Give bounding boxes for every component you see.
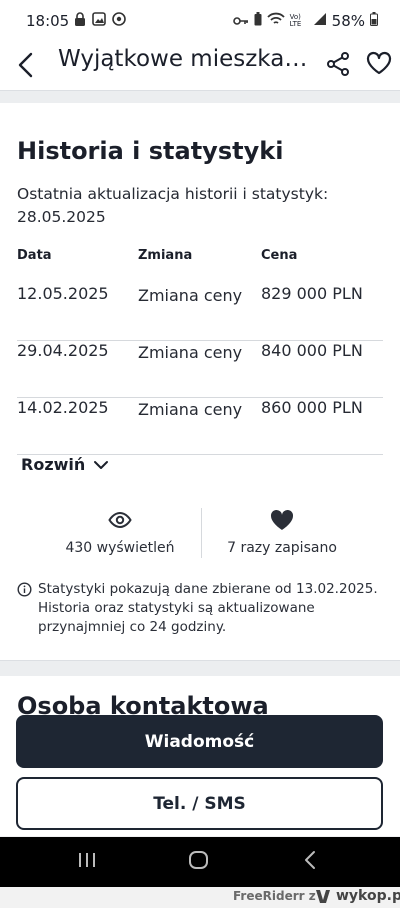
favorite-heart-icon[interactable] xyxy=(366,51,392,79)
last-update-text: Ostatnia aktualizacja historii i statyst… xyxy=(17,185,329,226)
status-bar: 18:05 Vo) LTE 58% xyxy=(0,0,400,42)
table-row: 12.05.2025 Zmiana ceny 829 000 PLN xyxy=(17,284,383,341)
section-separator xyxy=(0,660,400,677)
footer-text: FreeRiderr z xyxy=(233,889,316,903)
lock-icon xyxy=(74,12,86,30)
row-date: 12.05.2025 xyxy=(17,284,109,303)
app-icon xyxy=(112,12,126,30)
key-icon xyxy=(232,12,249,30)
section-separator xyxy=(0,90,400,103)
eye-icon xyxy=(30,506,210,534)
chevron-down-icon xyxy=(93,455,109,474)
battery-saver-icon xyxy=(254,12,262,30)
expand-label: Rozwiń xyxy=(21,455,86,474)
table-row: 29.04.2025 Zmiana ceny 840 000 PLN xyxy=(17,341,383,398)
share-icon[interactable] xyxy=(326,51,350,81)
info-note: Statystyki pokazują dane zbierane od 13.… xyxy=(17,580,387,637)
notification-icons xyxy=(74,12,126,30)
page-title: Wyjątkowe mieszkan… xyxy=(58,46,318,72)
expand-button[interactable]: Rozwiń xyxy=(21,455,109,474)
section-title: Historia i statystyki xyxy=(17,137,284,165)
wifi-icon xyxy=(267,12,285,30)
column-header-change: Zmiana xyxy=(138,248,193,263)
message-button[interactable]: Wiadomość xyxy=(16,715,383,768)
home-icon[interactable] xyxy=(188,849,210,875)
signal-icon xyxy=(313,12,327,30)
info-icon xyxy=(17,580,32,637)
row-date: 29.04.2025 xyxy=(17,341,109,360)
table-row: 14.02.2025 Zmiana ceny 860 000 PLN xyxy=(17,398,383,455)
stats-row: 430 wyświetleń 7 razy zapisano xyxy=(0,506,400,566)
system-nav-bar xyxy=(0,837,400,887)
app-bar: Wyjątkowe mieszkan… xyxy=(0,42,400,90)
row-date: 14.02.2025 xyxy=(17,398,109,417)
status-time: 18:05 xyxy=(26,12,70,30)
network-label: Vo) LTE xyxy=(289,13,302,28)
saves-count: 7 razy zapisano xyxy=(227,540,337,556)
recent-apps-icon[interactable] xyxy=(78,849,96,875)
history-section: Historia i statystyki Ostatnia aktualiza… xyxy=(0,103,400,660)
views-count: 430 wyświetleń xyxy=(65,540,175,556)
image-icon xyxy=(92,12,106,30)
row-price: 860 000 PLN xyxy=(261,398,363,417)
battery-icon xyxy=(370,12,378,30)
row-price: 840 000 PLN xyxy=(261,341,363,360)
back-nav-icon[interactable] xyxy=(302,849,318,875)
watermark-footer: FreeRiderr z wykop.pl xyxy=(0,887,400,908)
column-header-price: Cena xyxy=(261,248,298,263)
wykop-logo: wykop.pl xyxy=(315,888,400,904)
battery-percent: 58% xyxy=(331,12,365,30)
column-header-date: Data xyxy=(17,248,52,263)
info-note-text: Statystyki pokazują dane zbierane od 13.… xyxy=(38,581,378,635)
row-change: Zmiana ceny xyxy=(138,343,243,362)
heart-filled-icon xyxy=(192,506,372,534)
back-arrow-icon[interactable] xyxy=(14,50,38,80)
row-change: Zmiana ceny xyxy=(138,400,243,419)
row-price: 829 000 PLN xyxy=(261,284,363,303)
saves-stat: 7 razy zapisano xyxy=(192,506,372,556)
phone-sms-button[interactable]: Tel. / SMS xyxy=(16,777,383,830)
views-stat: 430 wyświetleń xyxy=(30,506,210,556)
status-right: Vo) LTE 58% xyxy=(232,12,378,30)
row-change: Zmiana ceny xyxy=(138,286,243,305)
footer-logo-text: wykop.pl xyxy=(336,888,400,904)
